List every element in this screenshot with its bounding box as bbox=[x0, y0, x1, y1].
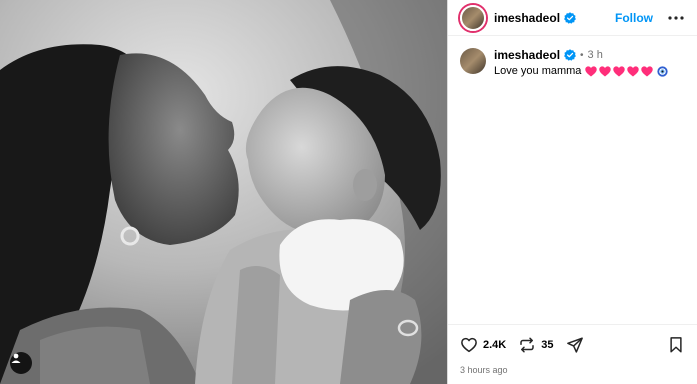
verified-badge-icon bbox=[564, 49, 576, 61]
caption-emojis bbox=[585, 65, 669, 77]
repost-button[interactable]: 35 bbox=[518, 336, 565, 354]
like-count[interactable]: 2.4K bbox=[483, 339, 506, 351]
post-caption: imeshadeol • 3 h Love you mamma bbox=[448, 36, 697, 77]
separator-dot: • bbox=[580, 49, 584, 61]
pink-heart-icon bbox=[627, 65, 640, 76]
author-username[interactable]: imeshadeol bbox=[494, 11, 560, 25]
post-photo[interactable] bbox=[0, 0, 447, 384]
pink-heart-icon bbox=[585, 65, 598, 76]
caption-username[interactable]: imeshadeol bbox=[494, 48, 560, 62]
verified-badge-icon bbox=[564, 11, 576, 24]
send-icon bbox=[566, 337, 583, 353]
share-button[interactable] bbox=[566, 336, 584, 354]
caption-author-avatar[interactable] bbox=[460, 48, 486, 74]
caption-meta: imeshadeol • 3 h bbox=[494, 48, 668, 62]
pink-heart-icon bbox=[613, 65, 626, 76]
posted-time[interactable]: 3 hours ago bbox=[460, 365, 685, 375]
nazar-amulet-icon bbox=[657, 65, 669, 77]
post-footer: 2.4K 35 3 hours ago bbox=[448, 324, 697, 384]
post-header: imeshadeol Follow bbox=[448, 0, 697, 36]
pink-heart-icon bbox=[599, 65, 612, 76]
like-button[interactable]: 2.4K bbox=[460, 336, 518, 354]
action-bar: 2.4K 35 bbox=[460, 334, 685, 356]
caption-text: Love you mamma bbox=[494, 65, 582, 77]
bookmark-icon bbox=[670, 337, 682, 353]
more-options-icon[interactable] bbox=[665, 10, 687, 26]
repost-count[interactable]: 35 bbox=[541, 339, 553, 351]
caption-time[interactable]: 3 h bbox=[588, 49, 603, 61]
photo-illustration bbox=[0, 0, 447, 384]
tag-user-icon[interactable] bbox=[10, 352, 32, 374]
save-button[interactable] bbox=[667, 336, 685, 354]
caption-body: imeshadeol • 3 h Love you mamma bbox=[494, 48, 669, 77]
heart-outline-icon bbox=[461, 337, 477, 353]
repost-icon bbox=[520, 337, 534, 353]
author-avatar[interactable] bbox=[460, 4, 486, 31]
pink-heart-icon bbox=[641, 65, 654, 76]
follow-button[interactable]: Follow bbox=[615, 11, 653, 25]
post-side-panel: imeshadeol Follow imeshadeol • 3 h Love … bbox=[447, 0, 697, 384]
caption-text-row: Love you mamma bbox=[494, 65, 669, 77]
